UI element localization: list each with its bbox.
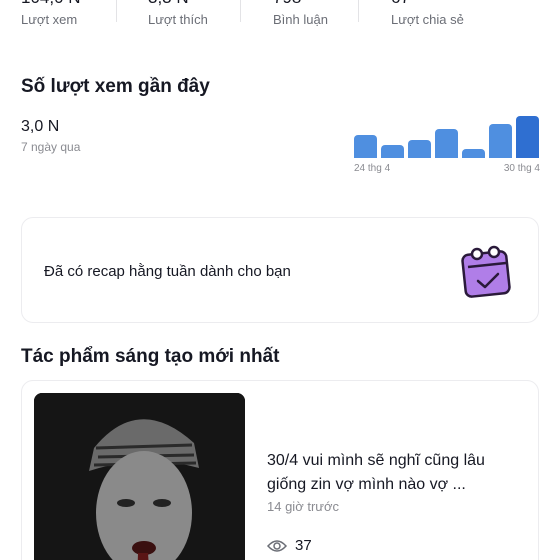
chart-bar-29-thg-4 — [489, 124, 512, 158]
stat-value: 3,3 N — [148, 0, 208, 8]
recap-text: Đã có recap hằng tuần dành cho bạn — [44, 263, 291, 280]
recent-views-chart[interactable]: 24 thg 4 30 thg 4 — [354, 108, 540, 174]
video-view-count: 37 — [295, 537, 312, 554]
stat-likes[interactable]: 3,3 N Lượt thích — [148, 0, 208, 28]
chart-bar-24-thg-4 — [354, 135, 377, 158]
chart-start-label: 24 thg 4 — [354, 163, 391, 174]
chart-bar-27-thg-4 — [435, 129, 458, 158]
chart-bar-30-thg-4 — [516, 116, 539, 158]
video-time: 14 giờ trước — [267, 499, 339, 514]
recent-views-title: Số lượt xem gần đây — [21, 76, 210, 97]
chart-bar-25-thg-4 — [381, 145, 404, 158]
divider — [116, 0, 117, 22]
divider — [240, 0, 241, 22]
stat-comments[interactable]: 798 Bình luận — [273, 0, 328, 28]
divider — [358, 0, 359, 22]
stats-row: 104,0 N Lượt xem 3,3 N Lượt thích 798 Bì… — [0, 0, 560, 34]
stat-label: Lượt chia sẻ — [391, 12, 464, 27]
latest-work-card[interactable]: 30/4 vui mình sẽ nghĩ cũng lâu giống zin… — [21, 380, 539, 560]
weekly-recap-card[interactable]: Đã có recap hằng tuần dành cho bạn — [21, 217, 539, 323]
chart-bar-28-thg-4 — [462, 149, 485, 158]
chart-bar-26-thg-4 — [408, 140, 431, 158]
stat-shares[interactable]: 67 Lượt chia sẻ — [391, 0, 464, 28]
recent-views-value: 3,0 N — [21, 118, 60, 135]
eye-icon — [267, 539, 287, 552]
video-caption: 30/4 vui mình sẽ nghĩ cũng lâu giống zin… — [267, 452, 485, 493]
stat-label: Lượt xem — [21, 12, 78, 27]
stat-label: Lượt thích — [148, 12, 208, 27]
stat-label: Bình luận — [273, 12, 328, 27]
recent-views-period: 7 ngày qua — [21, 140, 81, 154]
chart-end-label: 30 thg 4 — [503, 163, 540, 174]
video-thumbnail[interactable] — [34, 393, 245, 560]
stat-views[interactable]: 104,0 N Lượt xem — [21, 0, 81, 28]
stat-value: 798 — [273, 0, 328, 8]
stat-value: 67 — [391, 0, 464, 8]
video-views: 37 — [267, 537, 312, 554]
recap-calendar-icon — [456, 241, 516, 301]
stat-value: 104,0 N — [21, 0, 81, 8]
latest-works-title: Tác phẩm sáng tạo mới nhất — [21, 346, 280, 367]
